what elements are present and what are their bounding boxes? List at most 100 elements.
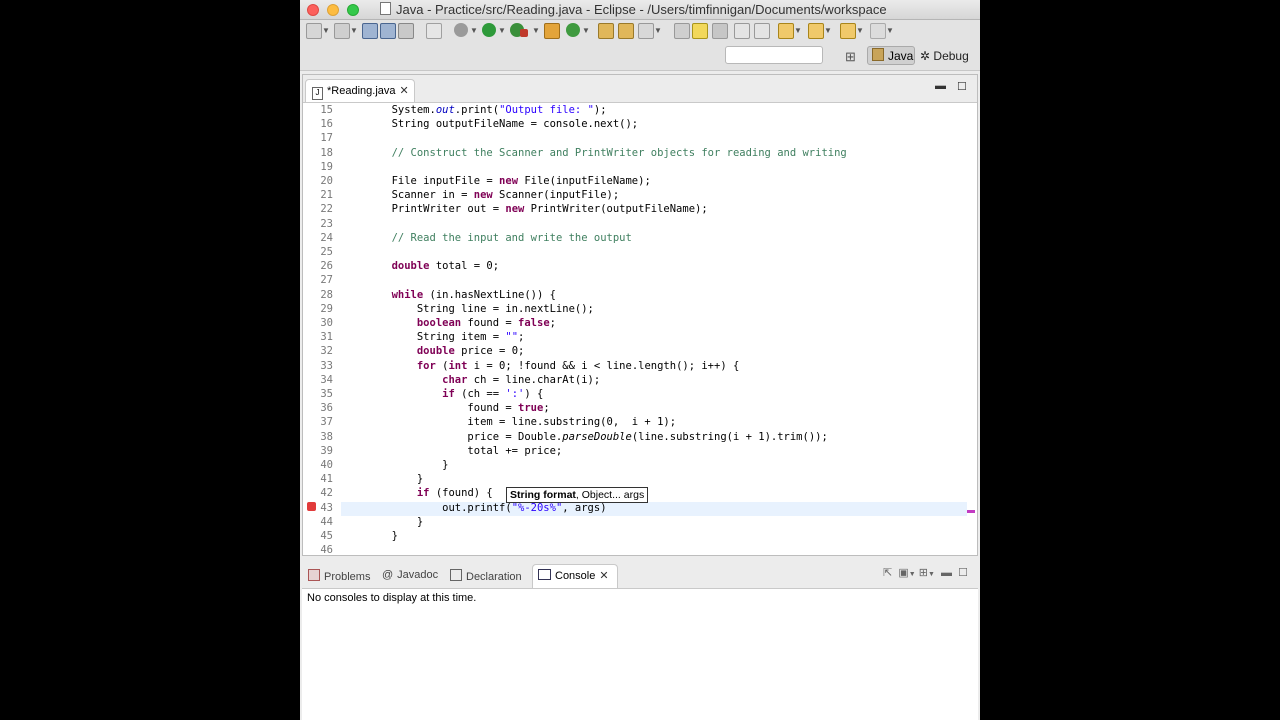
new-class-icon[interactable] <box>566 23 580 37</box>
tab-declaration[interactable]: Declaration <box>450 569 522 583</box>
java-perspective-button[interactable]: Java <box>867 46 915 65</box>
open-icon[interactable] <box>334 23 350 39</box>
toggle-breadcrumb-icon[interactable] <box>674 23 690 39</box>
code-line[interactable]: // Construct the Scanner and PrintWriter… <box>341 147 847 159</box>
tab-problems-label: Problems <box>324 571 371 583</box>
parameter-hint-rest: , Object... args <box>575 489 645 501</box>
show-whitespace-icon[interactable] <box>754 23 770 39</box>
chevron-down-icon[interactable]: ▼ <box>928 571 935 578</box>
close-window-button[interactable] <box>307 4 319 16</box>
tab-problems[interactable]: Problems <box>308 569 370 583</box>
word-wrap-icon[interactable] <box>734 23 750 39</box>
code-area[interactable]: 15 System.out.print("Output file: "); 16 … <box>303 103 977 555</box>
mark-occurrences-icon[interactable] <box>692 23 708 39</box>
minimize-icon[interactable]: ▬ <box>935 80 946 92</box>
code-line[interactable]: item = line.substring(0, i + 1); <box>341 416 676 428</box>
chevron-down-icon[interactable]: ▼ <box>498 26 506 35</box>
chevron-down-icon[interactable]: ▼ <box>886 26 894 35</box>
chevron-down-icon[interactable]: ▼ <box>350 26 358 35</box>
new-icon[interactable] <box>306 23 322 39</box>
code-line[interactable]: System.out.print("Output file: "); <box>341 104 607 116</box>
close-icon[interactable]: ✕ <box>400 85 409 97</box>
code-line[interactable]: String line = in.nextLine(); <box>341 303 594 315</box>
pin-console-icon[interactable]: ⇱ <box>883 567 892 579</box>
run-icon[interactable] <box>482 23 496 37</box>
close-icon[interactable]: ✕ <box>599 570 608 582</box>
chevron-down-icon[interactable]: ▼ <box>654 26 662 35</box>
tab-console[interactable]: Console ✕ <box>532 564 618 588</box>
code-line[interactable]: if (found) { <box>341 487 493 499</box>
console-message: No consoles to display at this time. <box>307 592 477 604</box>
zoom-window-button[interactable] <box>347 4 359 16</box>
code-line[interactable]: found = true; <box>341 402 549 414</box>
line-number: 30 <box>320 317 333 329</box>
line-number: 25 <box>320 246 333 258</box>
overview-ruler-marker[interactable] <box>967 510 975 513</box>
code-line[interactable]: String item = ""; <box>341 331 525 343</box>
search-icon[interactable] <box>638 23 654 39</box>
code-line[interactable]: boolean found = false; <box>341 317 556 329</box>
code-line[interactable]: if (ch == ':') { <box>341 388 543 400</box>
bug-icon: ✲ <box>920 49 931 63</box>
code-line[interactable]: Scanner in = new Scanner(inputFile); <box>341 189 620 201</box>
code-line[interactable]: double price = 0; <box>341 345 524 357</box>
code-line[interactable]: out.printf("%-20s%", args) <box>341 502 606 514</box>
previous-annotation-icon[interactable] <box>808 23 824 39</box>
chevron-down-icon[interactable]: ▼ <box>824 26 832 35</box>
code-line[interactable]: double total = 0; <box>341 260 499 272</box>
chevron-down-icon[interactable]: ▼ <box>794 26 802 35</box>
window-title: Java - Practice/src/Reading.java - Eclip… <box>380 2 887 17</box>
print-icon[interactable] <box>398 23 414 39</box>
debug-gear-icon[interactable] <box>454 23 468 37</box>
code-line[interactable]: String outputFileName = console.next(); <box>341 118 639 130</box>
code-line[interactable]: price = Double.parseDouble(line.substrin… <box>341 431 827 443</box>
line-number: 35 <box>320 388 333 400</box>
editor-tab-label: *Reading.java <box>327 85 396 97</box>
code-line[interactable]: // Read the input and write the output <box>341 232 632 244</box>
line-number: 16 <box>320 118 333 131</box>
code-line[interactable]: } <box>341 516 423 528</box>
minimize-window-button[interactable] <box>327 4 339 16</box>
open-task-icon[interactable] <box>618 23 634 39</box>
open-type-icon[interactable] <box>598 23 614 39</box>
tab-javadoc[interactable]: @ Javadoc <box>382 569 438 581</box>
line-number: 39 <box>320 444 333 457</box>
maximize-icon[interactable]: ☐ <box>957 80 967 93</box>
code-line[interactable]: File inputFile = new File(inputFileName)… <box>341 175 651 187</box>
document-icon <box>380 2 391 15</box>
code-line[interactable]: } <box>341 459 448 471</box>
line-number: 42 <box>320 487 333 500</box>
code-line[interactable]: } <box>341 530 398 542</box>
display-console-icon[interactable]: ▣ <box>898 567 908 579</box>
new-java-package-icon[interactable] <box>544 23 560 39</box>
minimize-icon[interactable]: ▬ <box>941 567 952 579</box>
open-perspective-icon[interactable]: ⊞ <box>845 49 856 65</box>
back-icon[interactable] <box>840 23 856 39</box>
save-all-icon[interactable] <box>380 23 396 39</box>
next-annotation-icon[interactable] <box>778 23 794 39</box>
code-line[interactable]: PrintWriter out = new PrintWriter(output… <box>341 203 708 215</box>
forward-icon[interactable] <box>870 23 886 39</box>
line-number: 41 <box>320 473 333 486</box>
chevron-down-icon[interactable]: ▼ <box>582 26 590 35</box>
chevron-down-icon[interactable]: ▼ <box>856 26 864 35</box>
skip-breakpoints-icon[interactable] <box>426 23 442 39</box>
open-console-icon[interactable]: ⊞ <box>919 567 928 579</box>
line-number: 19 <box>320 160 333 173</box>
code-line[interactable]: while (in.hasNextLine()) { <box>341 289 556 301</box>
code-line[interactable]: total += price; <box>341 445 562 457</box>
chevron-down-icon[interactable]: ▼ <box>909 571 916 578</box>
quick-access-input[interactable] <box>725 46 823 64</box>
code-line[interactable]: } <box>341 473 423 485</box>
chevron-down-icon[interactable]: ▼ <box>470 26 478 35</box>
chevron-down-icon[interactable]: ▼ <box>532 26 540 35</box>
save-icon[interactable] <box>362 23 378 39</box>
tab-javadoc-label: Javadoc <box>397 569 439 581</box>
debug-perspective-button[interactable]: ✲ Debug <box>920 49 969 63</box>
code-line[interactable]: char ch = line.charAt(i); <box>341 374 600 386</box>
editor-tab-reading-java[interactable]: J *Reading.java ✕ <box>305 79 415 102</box>
chevron-down-icon[interactable]: ▼ <box>322 26 330 35</box>
code-line[interactable]: for (int i = 0; !found && i < line.lengt… <box>341 360 739 372</box>
block-selection-icon[interactable] <box>712 23 728 39</box>
maximize-icon[interactable]: ☐ <box>958 567 968 579</box>
